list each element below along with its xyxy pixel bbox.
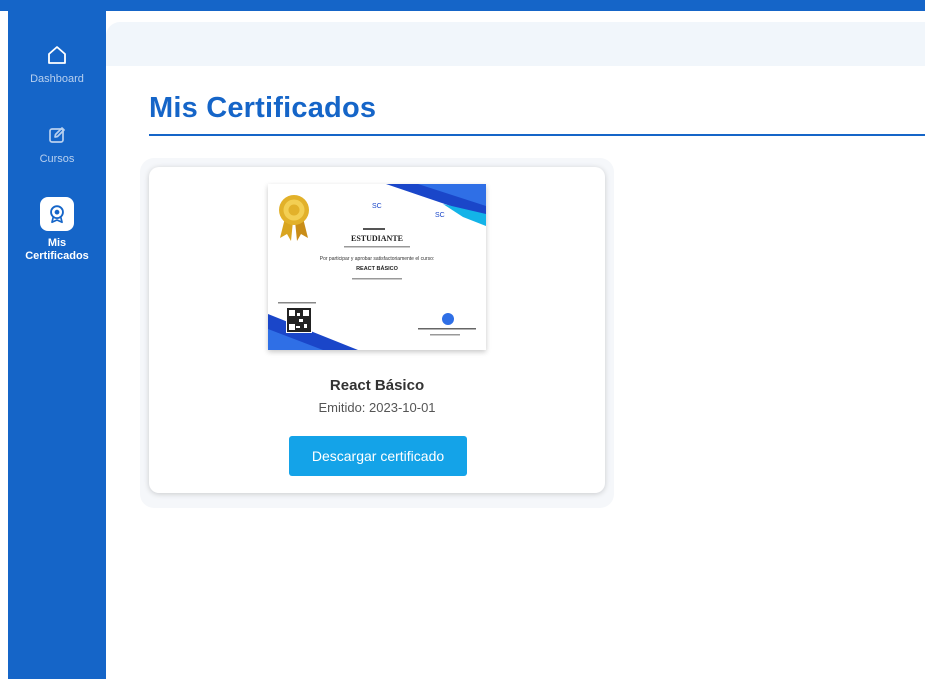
sidebar: Dashboard Cursos Mis Certificados	[8, 11, 106, 679]
sidebar-item-cursos[interactable]: Cursos	[8, 123, 106, 166]
download-certificate-button[interactable]: Descargar certificado	[289, 436, 467, 476]
title-divider	[149, 134, 925, 136]
home-icon	[48, 46, 66, 64]
top-bar	[0, 0, 925, 11]
edit-icon	[49, 127, 65, 143]
preview-text-line	[352, 278, 402, 280]
certificate-title: React Básico	[329, 377, 425, 394]
sidebar-item-dashboard[interactable]: Dashboard	[8, 43, 106, 86]
page-title: Mis Certificados	[149, 92, 377, 124]
certificate-card: SC SC ESTUDIANTE Por participar y aproba…	[149, 167, 605, 493]
sidebar-item-label: Dashboard	[30, 73, 84, 85]
badge-icon	[50, 205, 64, 224]
sidebar-label-line2: Certificados	[25, 250, 89, 262]
preview-logo-left: SC	[372, 203, 382, 210]
active-item-highlight	[40, 197, 74, 231]
sidebar-item-label: Mis Certificados	[8, 237, 106, 263]
preview-text-line	[344, 246, 410, 248]
main-header-bar	[106, 22, 925, 66]
preview-course: REACT BÁSICO	[356, 265, 399, 272]
certificate-issued-date: Emitido: 2023-10-01	[318, 400, 436, 415]
preview-text-line	[363, 228, 385, 230]
preview-intro: Por participar y aprobar satisfactoriame…	[320, 256, 435, 262]
preview-logo-right: SC	[435, 212, 445, 219]
certificate-preview[interactable]: SC SC ESTUDIANTE Por participar y aproba…	[268, 184, 486, 350]
preview-recipient: ESTUDIANTE	[351, 234, 403, 243]
sidebar-label-line1: Mis	[47, 237, 67, 249]
sidebar-item-label: Cursos	[39, 153, 75, 165]
sidebar-item-mis-certificados[interactable]: Mis Certificados	[8, 197, 106, 263]
